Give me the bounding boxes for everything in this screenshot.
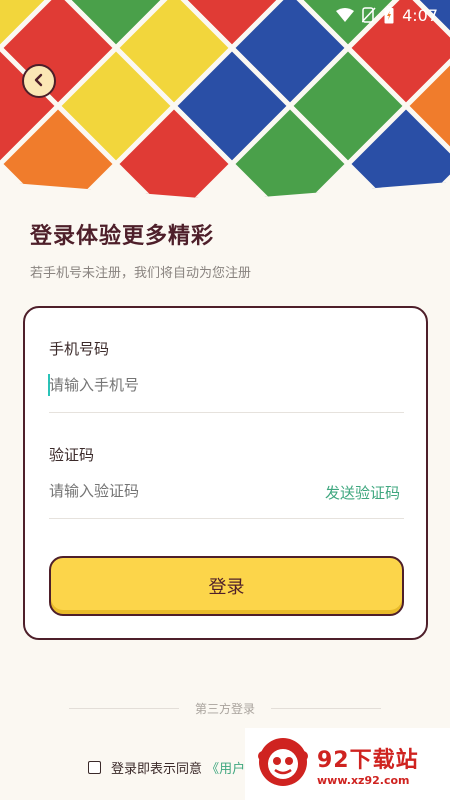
third-party-divider: 第三方登录: [0, 700, 450, 717]
phone-divider: [49, 412, 404, 413]
agreement-text: 登录即表示同意: [111, 762, 203, 777]
diamond-pattern: [0, 0, 450, 200]
page-title: 登录体验更多精彩: [30, 224, 215, 249]
wifi-icon: [336, 8, 355, 22]
watermark-url: www.xz92.com: [317, 773, 410, 787]
code-input[interactable]: [49, 480, 289, 502]
site-watermark: 92下载站 www.xz92.com: [245, 728, 450, 800]
status-time: 4:07: [402, 5, 438, 25]
battery-charging-icon: [384, 6, 394, 24]
third-party-label: 第三方登录: [194, 702, 255, 716]
back-button[interactable]: [22, 64, 56, 98]
watermark-title: 92下载站: [317, 747, 419, 773]
login-button[interactable]: 登录: [49, 556, 404, 616]
agreement-row: 登录即表示同意 《用户: [88, 758, 245, 777]
divider-line-left: [68, 708, 179, 709]
hero-pattern: [0, 0, 450, 200]
login-button-label: 登录: [208, 577, 245, 598]
mascot-logo-icon: [257, 736, 309, 792]
agree-checkbox[interactable]: [88, 761, 101, 774]
chevron-left-icon: [32, 72, 46, 91]
code-divider: [49, 518, 404, 519]
page-subtitle: 若手机号未注册，我们将自动为您注册: [30, 266, 252, 281]
login-card: 手机号码 验证码 发送验证码 登录: [23, 306, 428, 640]
phone-input[interactable]: [49, 374, 309, 396]
signal-off-icon: [362, 7, 376, 23]
phone-label: 手机号码: [49, 340, 110, 358]
status-bar: 4:07: [0, 0, 450, 30]
code-label: 验证码: [49, 446, 95, 464]
divider-line-right: [271, 708, 381, 709]
send-code-button[interactable]: 发送验证码: [325, 482, 400, 503]
user-agreement-link[interactable]: 《用户: [206, 762, 245, 777]
